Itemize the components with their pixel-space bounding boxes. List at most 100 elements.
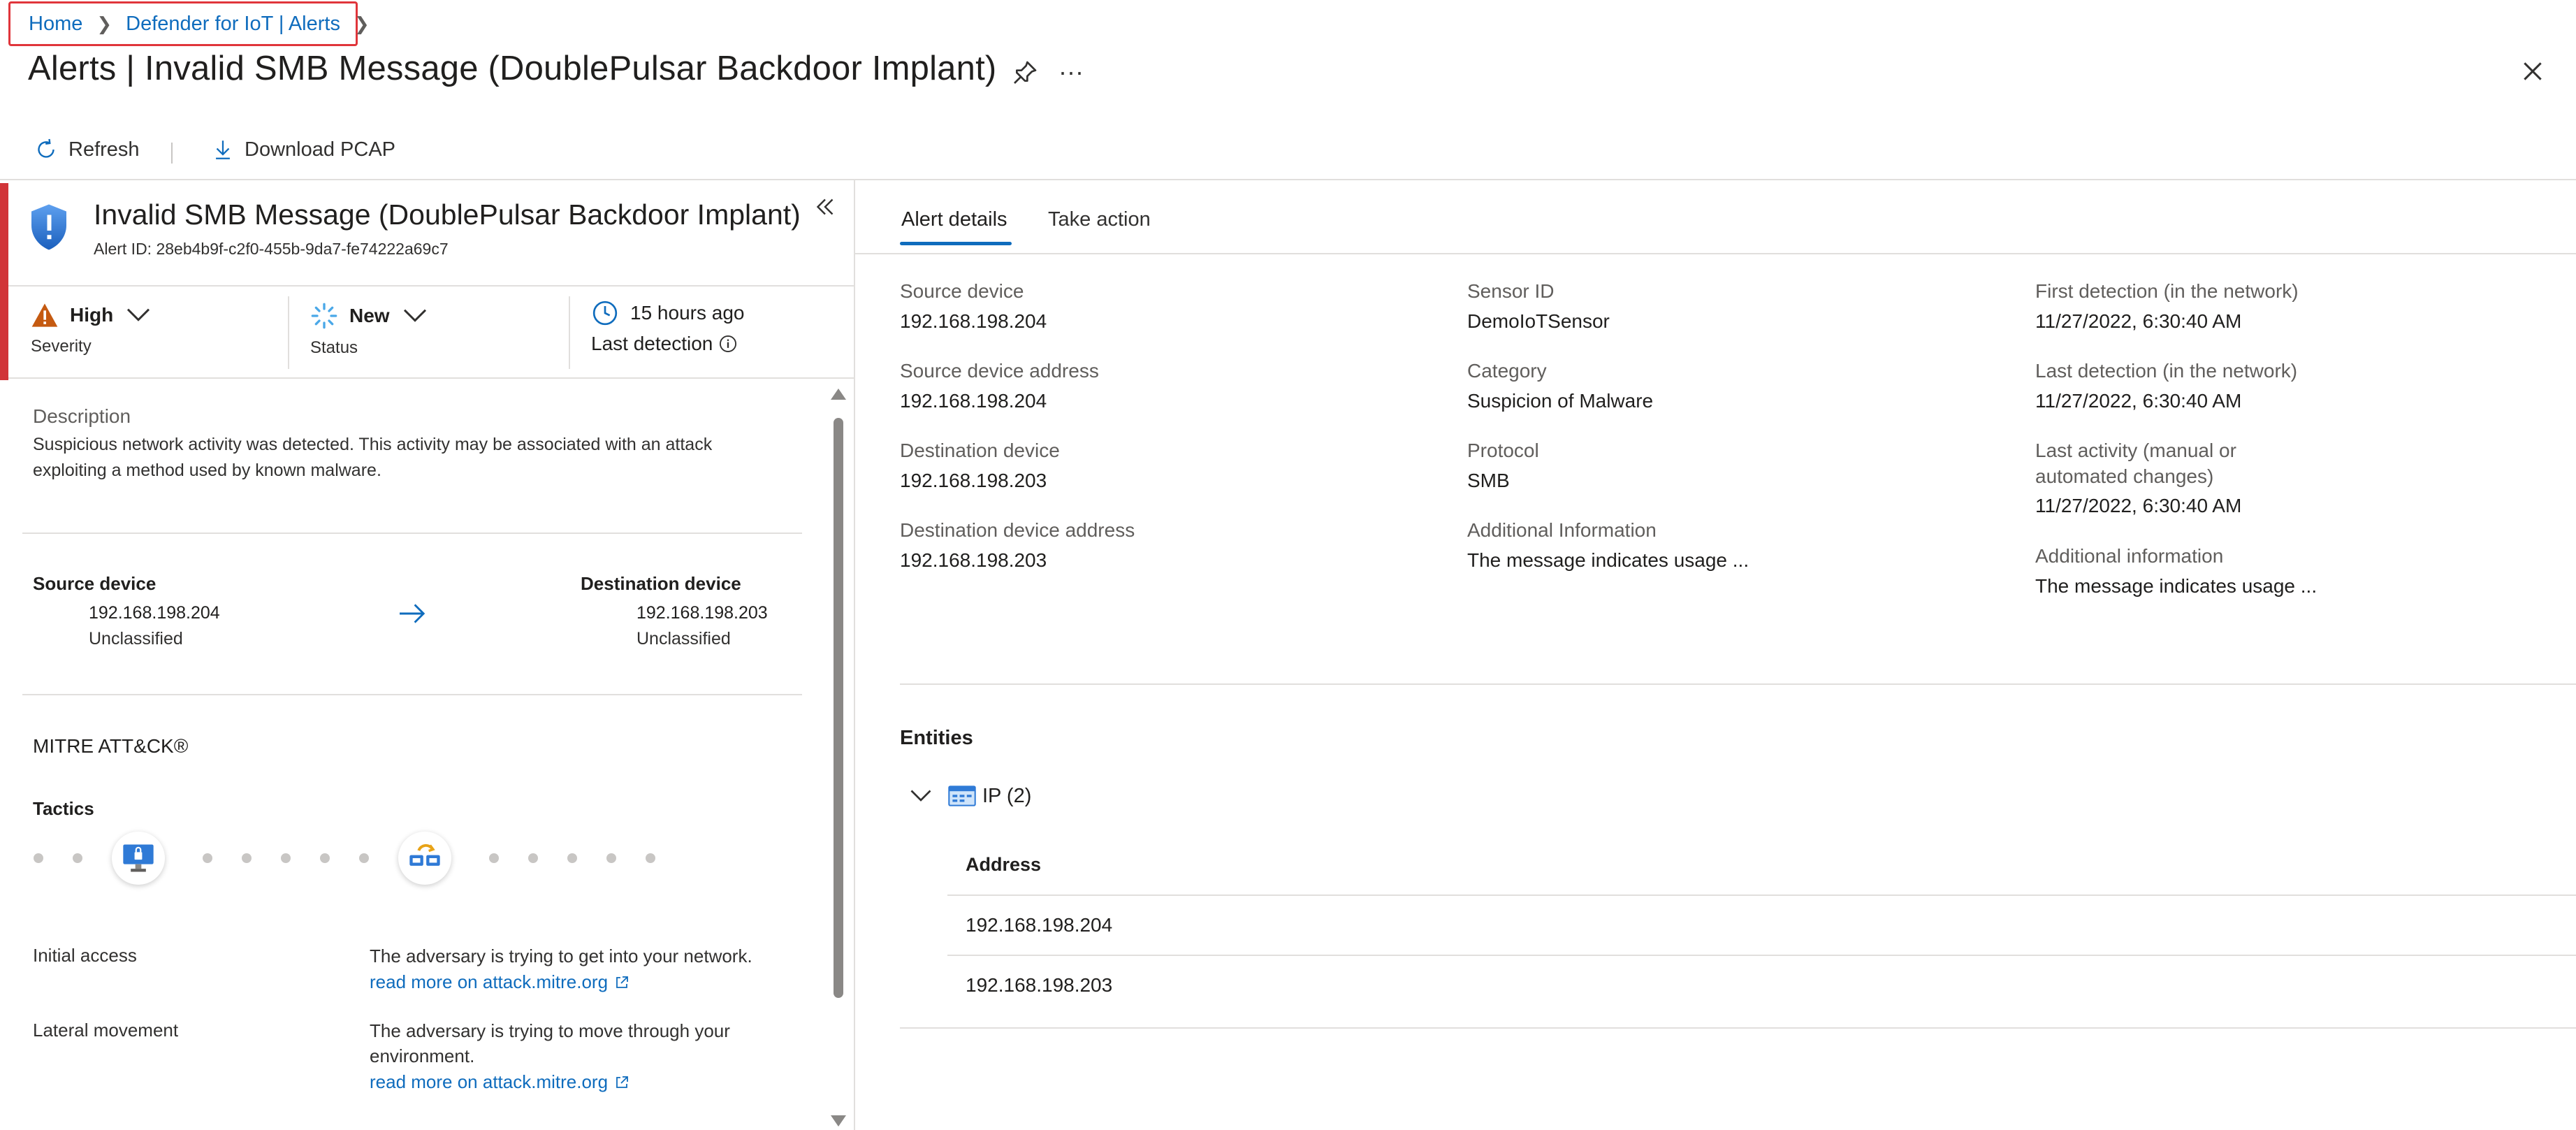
last-detection-label: Last detection (591, 333, 713, 354)
status-block[interactable]: New Status (310, 302, 429, 358)
divider (8, 377, 854, 379)
tactic-dot[interactable] (242, 853, 252, 863)
field-label-line: automated changes) (2035, 465, 2214, 487)
ip-group-toggle[interactable]: IP (2) (908, 784, 1031, 808)
info-icon[interactable] (718, 334, 738, 354)
tab-take-action[interactable]: Take action (1048, 208, 1151, 231)
field-label: Additional information (2035, 545, 2224, 567)
tactic-dot[interactable] (359, 853, 369, 863)
scroll-up-arrow[interactable] (831, 389, 846, 400)
close-icon[interactable] (2519, 57, 2547, 85)
scrollbar-thumb[interactable] (834, 418, 843, 998)
refresh-label: Refresh (68, 138, 140, 161)
chevron-down-icon[interactable] (124, 305, 152, 325)
destination-device-label: Destination device (581, 573, 741, 594)
tactic-dot[interactable] (320, 853, 330, 863)
field-label: Destination device (900, 440, 1060, 461)
breadcrumb-parent[interactable]: Defender for IoT | Alerts (126, 13, 340, 36)
tactic-dot[interactable] (528, 853, 538, 863)
pin-icon[interactable] (1011, 59, 1039, 87)
mitre-link-label: read more on attack.mitre.org (370, 1071, 609, 1092)
field-value: DemoIoTSensor (1467, 310, 1610, 332)
tactic-dot[interactable] (203, 853, 212, 863)
more-options-icon[interactable]: ··· (1058, 57, 1084, 87)
divider (22, 694, 802, 695)
tactic-name: Initial access (33, 945, 137, 966)
divider (569, 296, 570, 369)
table-row[interactable]: 192.168.198.203 (966, 974, 1112, 997)
chevron-down-icon[interactable] (401, 306, 429, 326)
tactic-name: Lateral movement (33, 1020, 179, 1041)
last-detection-value: 15 hours ago (630, 302, 745, 324)
tactic-lateral-movement[interactable] (398, 832, 451, 885)
severity-block[interactable]: High Severity (31, 302, 152, 356)
tactic-initial-access[interactable] (112, 832, 165, 885)
field-value: Suspicion of Malware (1467, 390, 1654, 412)
field-label: Sensor ID (1467, 280, 1555, 302)
chevron-right-icon: ❯ (96, 13, 112, 34)
divider (900, 683, 2576, 685)
field-label: Source device address (900, 360, 1099, 382)
field-value: 192.168.198.204 (900, 310, 1047, 332)
tactic-dot[interactable] (606, 853, 616, 863)
divider (22, 533, 802, 534)
refresh-button[interactable]: Refresh (34, 137, 140, 162)
alert-id: Alert ID: 28eb4b9f-c2f0-455b-9da7-fe7422… (94, 240, 449, 258)
table-row[interactable]: 192.168.198.204 (966, 914, 1112, 936)
breadcrumb: Home ❯ Defender for IoT | Alerts ❯ (8, 1, 370, 46)
scroll-down-arrow[interactable] (831, 1115, 846, 1127)
monitor-lock-icon (123, 844, 154, 872)
tactic-dot[interactable] (646, 853, 655, 863)
tactic-dot[interactable] (73, 853, 82, 863)
tab-active-indicator (900, 242, 1012, 245)
field-label: Source device (900, 280, 1024, 302)
double-chevron-left-icon[interactable] (813, 194, 838, 219)
severity-value: High (70, 304, 114, 326)
source-device-ip[interactable]: 192.168.198.204 (89, 603, 220, 623)
lateral-movement-icon (409, 843, 440, 866)
field-value: 192.168.198.204 (900, 390, 1047, 412)
description-text: Suspicious network activity was detected… (33, 435, 713, 480)
download-pcap-button[interactable]: Download PCAP (211, 137, 395, 162)
severity-label: Severity (31, 337, 92, 356)
entities-title: Entities (900, 727, 973, 749)
tab-alert-details[interactable]: Alert details (901, 208, 1007, 231)
divider (947, 894, 2576, 896)
external-link-icon (616, 976, 628, 988)
divider (8, 285, 854, 287)
field-value: The message indicates usage ... (1467, 549, 1749, 571)
breadcrumb-home[interactable]: Home (29, 13, 82, 36)
tactic-dot[interactable] (281, 853, 291, 863)
divider (288, 296, 289, 369)
column-header-address[interactable]: Address (966, 854, 1041, 876)
tactic-dot[interactable] (34, 853, 43, 863)
mitre-link-label: read more on attack.mitre.org (370, 971, 609, 992)
field-value: 11/27/2022, 6:30:40 AM (2035, 390, 2242, 412)
field-label: Protocol (1467, 440, 1539, 461)
field-value: 11/27/2022, 6:30:40 AM (2035, 495, 2242, 516)
mitre-title: MITRE ATT&CK® (33, 735, 189, 757)
alert-title: Invalid SMB Message (DoublePulsar Backdo… (94, 198, 801, 231)
tactic-details: The adversary is trying to get into your… (370, 943, 789, 993)
tactic-dot[interactable] (567, 853, 577, 863)
refresh-icon (38, 138, 54, 158)
divider (900, 1027, 2576, 1029)
download-icon (216, 140, 230, 159)
mitre-link[interactable]: read more on attack.mitre.org (370, 1071, 789, 1093)
severity-bar (0, 183, 8, 380)
mitre-link[interactable]: read more on attack.mitre.org (370, 971, 789, 993)
tactics-label: Tactics (33, 798, 94, 819)
toolbar-divider-line (0, 179, 2576, 180)
tactic-details: The adversary is trying to move through … (370, 1018, 789, 1093)
tactic-description: The adversary is trying to move through … (370, 1020, 730, 1066)
field-label: Destination device address (900, 519, 1135, 541)
tactic-dot[interactable] (489, 853, 499, 863)
clock-icon (592, 300, 618, 326)
chevron-down-icon (910, 790, 931, 802)
field-value: 192.168.198.203 (900, 470, 1047, 491)
new-status-icon (311, 303, 337, 329)
destination-device-ip[interactable]: 192.168.198.203 (636, 603, 768, 623)
download-pcap-label: Download PCAP (245, 138, 395, 161)
tactic-description: The adversary is trying to get into your… (370, 946, 752, 966)
field-value: SMB (1467, 470, 1510, 491)
